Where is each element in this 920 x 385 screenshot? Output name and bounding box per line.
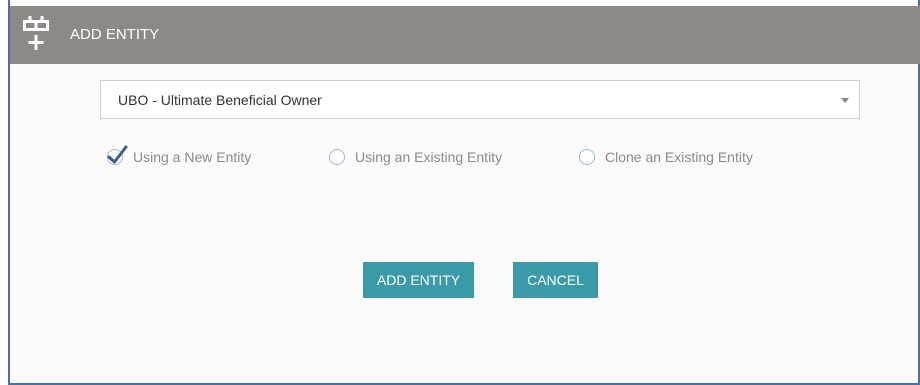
- add-entity-dialog: ADD ENTITY UBO - Ultimate Beneficial Own…: [8, 0, 920, 385]
- checkmark-icon: [107, 145, 128, 164]
- option-clone-entity-label: Clone an Existing Entity: [605, 149, 753, 165]
- dialog-header: ADD ENTITY: [10, 6, 920, 64]
- option-existing-entity-label: Using an Existing Entity: [355, 149, 503, 165]
- radio-clone-entity[interactable]: [579, 149, 595, 165]
- option-clone-entity[interactable]: Clone an Existing Entity: [579, 145, 753, 169]
- cancel-button[interactable]: CANCEL: [513, 262, 598, 298]
- entity-type-select-value: UBO - Ultimate Beneficial Owner: [118, 92, 322, 108]
- option-new-entity[interactable]: Using a New Entity: [107, 145, 251, 169]
- add-entity-button[interactable]: ADD ENTITY: [363, 262, 474, 298]
- option-existing-entity[interactable]: Using an Existing Entity: [329, 145, 502, 169]
- option-new-entity-label: Using a New Entity: [133, 149, 252, 165]
- chevron-down-icon[interactable]: [841, 98, 849, 103]
- entity-type-select[interactable]: UBO - Ultimate Beneficial Owner: [100, 80, 860, 119]
- radio-new-entity[interactable]: [107, 145, 128, 165]
- dialog-title: ADD ENTITY: [70, 26, 160, 43]
- radio-existing-entity[interactable]: [329, 149, 345, 165]
- entity-add-icon: [23, 16, 49, 50]
